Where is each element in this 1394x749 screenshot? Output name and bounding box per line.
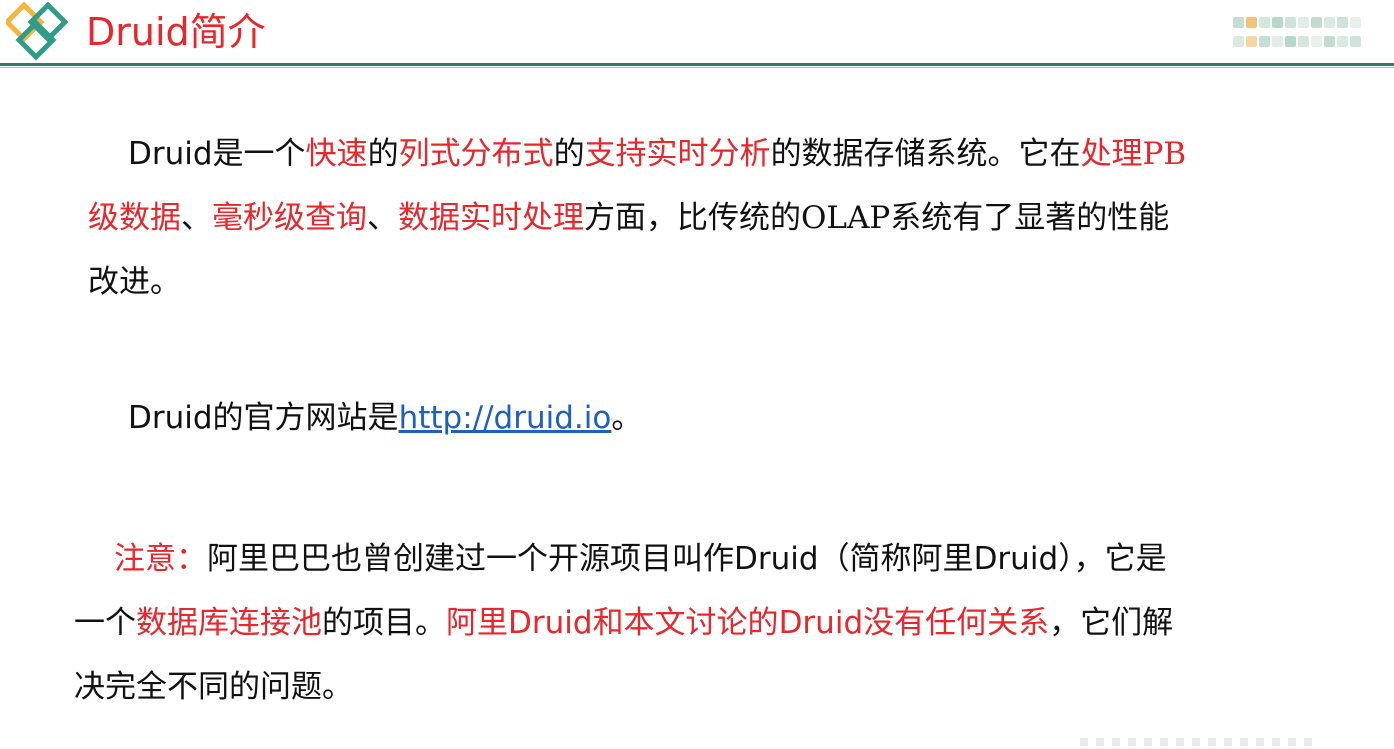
text-run: Druid: [734, 541, 819, 577]
text-run: 注意：: [114, 541, 207, 577]
text-run: （简称阿里: [818, 541, 974, 577]
text-run: 列式分布式: [398, 136, 554, 172]
text-run: 阿里巴巴也曾创建过一个开源项目叫作: [207, 541, 734, 577]
slide-header: Druid简介: [0, 0, 1394, 70]
text-run: 的数据存储系统。它在: [770, 136, 1081, 172]
paragraph-line: Druid是一个快速的列式分布式的支持实时分析的数据存储系统。它在处理PB: [88, 122, 1338, 186]
text-run: 毫秒级查询: [212, 200, 367, 236]
text-run: 支持实时分析: [584, 136, 771, 172]
text-run: 级数据: [88, 200, 181, 236]
text-run: Druid: [778, 605, 864, 641]
footer-watermark: [1080, 738, 1320, 746]
website-prefix: Druid的官方网站是: [128, 400, 399, 436]
paragraph-line: 决完全不同的问题。: [74, 655, 1324, 719]
paragraph-note: 注意：阿里巴巴也曾创建过一个开源项目叫作Druid（简称阿里Druid），它是 …: [74, 527, 1324, 719]
text-run: 数据库连接池: [136, 605, 322, 641]
text-run: ），它是: [1058, 541, 1167, 577]
text-run: 的: [367, 136, 399, 172]
text-run: 和本文讨论的: [592, 605, 779, 641]
paragraph-line: 改进。: [88, 250, 1338, 314]
header-divider: [0, 63, 1394, 66]
text-run: 阿里: [446, 605, 508, 641]
text-run: 没有任何关系: [863, 605, 1050, 641]
text-run: 数据实时处理: [398, 200, 584, 236]
text-run: ，它们解: [1049, 605, 1174, 641]
text-run: 方面，比传统的OLAP系统有了显著的性能: [584, 200, 1170, 236]
text-run: 的: [553, 136, 585, 172]
text-run: 是一个: [212, 136, 306, 172]
text-run: 处理PB: [1080, 136, 1187, 172]
text-run: 决完全不同的问题。: [74, 669, 353, 705]
text-run: Druid: [973, 541, 1059, 577]
diamond-logo-icon: [6, 2, 69, 61]
paragraph-website: Druid的官方网站是http://druid.io。: [128, 386, 1378, 450]
paragraph-line: 级数据、毫秒级查询、数据实时处理方面，比传统的OLAP系统有了显著的性能: [88, 186, 1338, 250]
text-run: Druid: [128, 136, 213, 172]
page-title: Druid简介: [86, 10, 266, 54]
text-run: 改进。: [88, 264, 181, 300]
paragraph-line: 一个数据库连接池的项目。阿里Druid和本文讨论的Druid没有任何关系，它们解: [74, 591, 1324, 655]
brand-logo: [1232, 14, 1382, 56]
website-suffix: 。: [611, 400, 643, 436]
text-run: 快速: [305, 136, 368, 172]
header-divider-light: [0, 67, 1394, 68]
druid-website-link[interactable]: http://druid.io: [399, 400, 612, 436]
text-run: 、: [367, 200, 398, 236]
text-run: 的项目。: [322, 605, 446, 641]
paragraph-line: 注意：阿里巴巴也曾创建过一个开源项目叫作Druid（简称阿里Druid），它是: [74, 527, 1324, 591]
text-run: 、: [181, 200, 212, 236]
paragraph-intro: Druid是一个快速的列式分布式的支持实时分析的数据存储系统。它在处理PB 级数…: [88, 122, 1338, 314]
text-run: Druid: [508, 605, 593, 641]
text-run: 一个: [74, 605, 136, 641]
